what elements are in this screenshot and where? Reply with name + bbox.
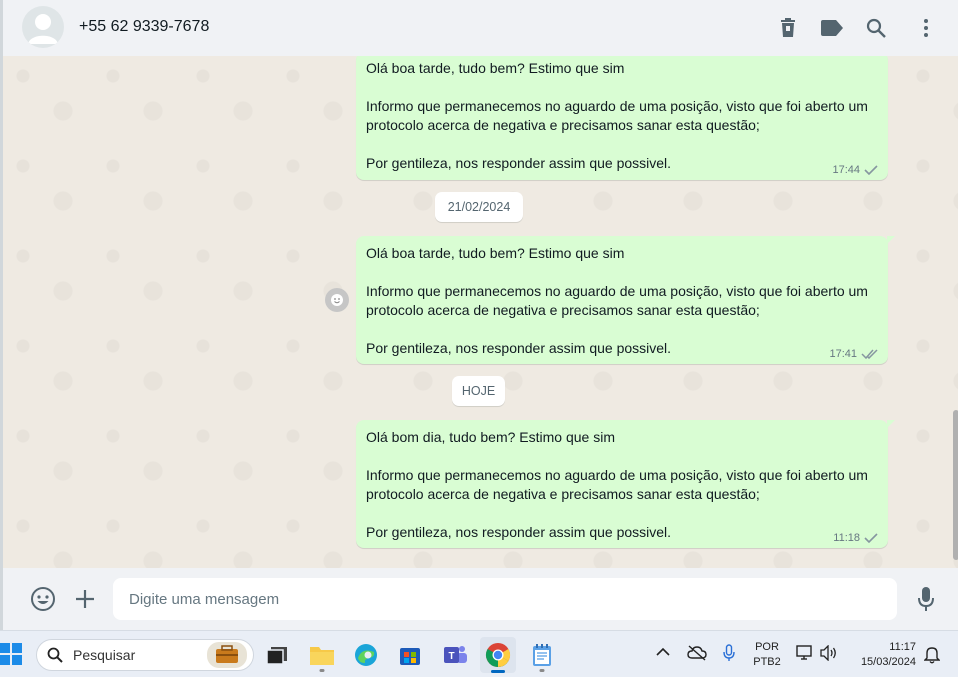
attach-plus-icon[interactable] xyxy=(70,584,100,614)
notification-bell-icon[interactable] xyxy=(923,646,941,667)
chrome-browser-icon[interactable] xyxy=(480,637,516,673)
chevron-up-icon[interactable] xyxy=(656,647,670,660)
contact-avatar[interactable] xyxy=(22,6,64,48)
menu-kebab-icon[interactable] xyxy=(912,14,940,42)
trash-icon[interactable] xyxy=(774,14,802,42)
message-line: Por gentileza, nos responder assim que p… xyxy=(366,524,672,540)
message-bubble[interactable]: Olá bom dia, tudo bem? Estimo que sim In… xyxy=(356,420,895,548)
running-indicator xyxy=(319,669,325,672)
message-bubble[interactable]: Olá boa tarde, tudo bem? Estimo que sim … xyxy=(356,56,888,180)
message-line: protocolo acerca de negativa e precisamo… xyxy=(366,486,760,502)
active-indicator xyxy=(491,670,505,673)
search-label: Pesquisar xyxy=(73,647,136,663)
message-line: Informo que permanecemos no aguardo de u… xyxy=(366,283,868,299)
date-separator: HOJE xyxy=(452,376,505,406)
clock-time: 11:17 xyxy=(889,641,916,653)
message-time: 17:41 xyxy=(829,348,857,360)
running-indicator xyxy=(539,669,545,672)
file-explorer-icon[interactable] xyxy=(304,637,340,673)
message-composer xyxy=(0,568,958,630)
emoji-reaction-button[interactable] xyxy=(325,288,349,312)
taskbar-search[interactable]: Pesquisar xyxy=(36,639,254,671)
emoji-icon[interactable] xyxy=(28,584,58,614)
label-icon[interactable] xyxy=(818,14,846,42)
message-input[interactable] xyxy=(113,578,897,620)
scrollbar-thumb[interactable] xyxy=(953,410,958,560)
volume-icon[interactable] xyxy=(820,644,838,664)
message-meta: 17:41 xyxy=(829,348,878,360)
input-language-indicator[interactable]: POR PTB2 xyxy=(748,640,786,670)
message-line: Por gentileza, nos responder assim que p… xyxy=(366,340,672,356)
message-line: protocolo acerca de negativa e precisamo… xyxy=(366,117,760,133)
language-code: POR xyxy=(755,641,779,653)
message-line: Olá bom dia, tudo bem? Estimo que sim xyxy=(366,429,616,445)
message-time: 11:18 xyxy=(833,532,860,544)
microsoft-store-icon[interactable] xyxy=(392,637,428,673)
message-line: Informo que permanecemos no aguardo de u… xyxy=(366,467,868,483)
single-check-icon xyxy=(864,533,878,543)
edge-browser-icon[interactable] xyxy=(348,637,384,673)
search-icon xyxy=(47,647,63,663)
windows-start-icon[interactable] xyxy=(0,643,22,665)
message-meta: 11:18 xyxy=(833,532,878,544)
smiley-icon xyxy=(331,294,343,306)
message-line: Olá boa tarde, tudo bem? Estimo que sim xyxy=(366,245,625,261)
message-list[interactable]: Olá boa tarde, tudo bem? Estimo que sim … xyxy=(0,56,958,568)
message-bubble[interactable]: Olá boa tarde, tudo bem? Estimo que sim … xyxy=(356,236,895,364)
windows-taskbar: Pesquisar T POR PTB2 11:17 15/03/2024 xyxy=(0,630,958,677)
onedrive-offline-icon[interactable] xyxy=(687,645,707,664)
system-clock[interactable]: 11:17 15/03/2024 xyxy=(848,640,922,670)
message-line: Olá boa tarde, tudo bem? Estimo que sim xyxy=(366,60,625,76)
svg-text:T: T xyxy=(448,651,454,662)
double-check-icon xyxy=(861,349,878,359)
notepad-icon[interactable] xyxy=(524,637,560,673)
date-separator: 21/02/2024 xyxy=(435,192,523,222)
task-view-icon[interactable] xyxy=(259,637,295,673)
clock-date: 15/03/2024 xyxy=(860,656,916,668)
microphone-icon[interactable] xyxy=(911,584,941,614)
keyboard-layout: PTB2 xyxy=(753,656,781,668)
chat-header: +55 62 9339-7678 xyxy=(0,0,958,56)
default-avatar-icon xyxy=(28,14,58,44)
network-icon[interactable] xyxy=(796,645,814,664)
single-check-icon xyxy=(864,165,878,175)
message-line: Informo que permanecemos no aguardo de u… xyxy=(366,98,868,114)
contact-name[interactable]: +55 62 9339-7678 xyxy=(79,18,209,36)
teams-icon[interactable]: T xyxy=(437,637,473,673)
briefcase-icon xyxy=(207,642,247,668)
message-meta: 17:44 xyxy=(832,164,878,176)
message-time: 17:44 xyxy=(832,164,860,176)
microphone-tray-icon[interactable] xyxy=(723,644,735,665)
message-line: Por gentileza, nos responder assim que p… xyxy=(366,155,672,171)
search-icon[interactable] xyxy=(862,14,890,42)
message-line: protocolo acerca de negativa e precisamo… xyxy=(366,302,760,318)
